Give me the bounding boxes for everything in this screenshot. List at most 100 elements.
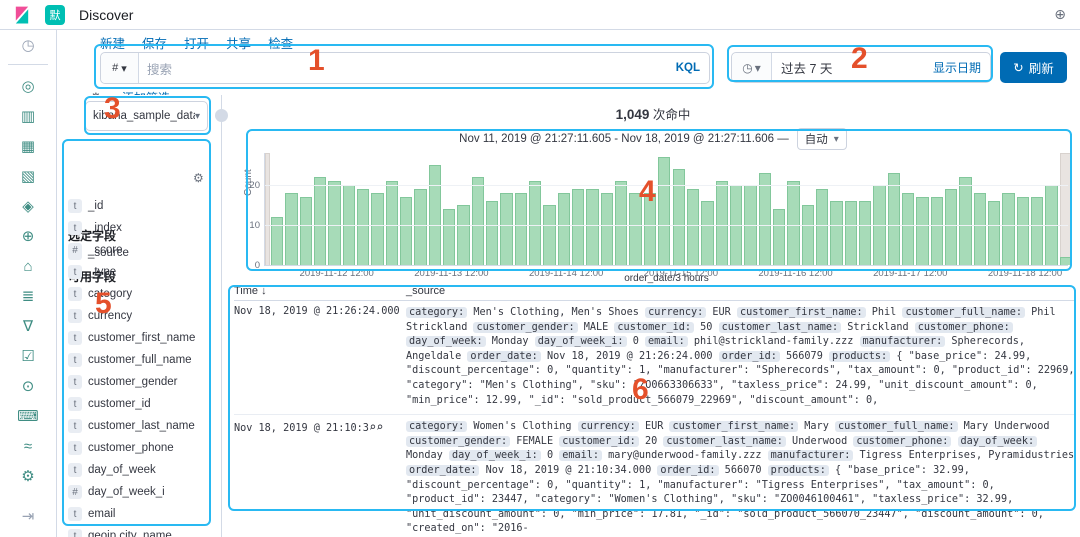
histogram-bar[interactable] <box>328 181 340 265</box>
field-item-day_of_week[interactable]: tday_of_week <box>68 459 218 481</box>
histogram-bar[interactable] <box>1031 197 1043 265</box>
menu-link-1[interactable]: 新建 <box>100 33 125 52</box>
histogram-bar[interactable] <box>472 177 484 265</box>
field-item-category[interactable]: tcategory <box>68 283 218 305</box>
histogram-bar[interactable] <box>845 201 857 265</box>
menu-link-4[interactable]: 共享 <box>226 33 251 52</box>
nav-item-uptime-icon[interactable]: ☑ <box>0 341 57 371</box>
histogram-bar[interactable] <box>515 193 527 265</box>
histogram-bar[interactable] <box>543 205 555 265</box>
histogram-bar[interactable] <box>902 193 914 265</box>
field-item-_id[interactable]: t_id <box>68 195 218 217</box>
field-item-geoip.city_name[interactable]: tgeoip.city_name <box>68 525 218 537</box>
space-badge[interactable]: 默 <box>45 5 65 25</box>
histogram-bar[interactable] <box>386 181 398 265</box>
histogram-bar[interactable] <box>300 197 312 265</box>
histogram-bar[interactable] <box>859 201 871 265</box>
field-item-customer_gender[interactable]: tcustomer_gender <box>68 371 218 393</box>
field-item-_index[interactable]: t_index <box>68 217 218 239</box>
histogram-bar[interactable] <box>931 197 943 265</box>
nav-item-logs-icon[interactable]: ≣ <box>0 281 57 311</box>
field-item-_type[interactable]: t_type <box>68 261 218 283</box>
field-item-customer_full_name[interactable]: tcustomer_full_name <box>68 349 218 371</box>
collapse-nav-icon[interactable]: ⇥ <box>0 501 57 531</box>
gear-icon[interactable]: ⚙ <box>193 171 204 185</box>
field-item-_score[interactable]: #_score <box>68 239 218 261</box>
date-range-value[interactable]: 过去 7 天 <box>772 58 933 77</box>
magnifier-icon[interactable]: ⌕ <box>376 420 383 434</box>
histogram-bar[interactable] <box>988 201 1000 265</box>
histogram-bar[interactable] <box>701 201 713 265</box>
histogram-bar[interactable] <box>802 205 814 265</box>
histogram-bar[interactable] <box>1002 193 1014 265</box>
kql-toggle[interactable]: KQL <box>676 62 709 74</box>
histogram-bar[interactable] <box>285 193 297 265</box>
query-filter-dropdown[interactable]: # ▾ <box>101 53 139 83</box>
histogram-bar[interactable] <box>888 173 900 265</box>
histogram-bar[interactable] <box>400 197 412 265</box>
histogram-bar[interactable] <box>830 201 842 265</box>
nav-item-discover-icon[interactable]: ◎ <box>0 71 57 101</box>
histogram-bar[interactable] <box>443 209 455 265</box>
table-row[interactable]: Nov 18, 2019 @ 21:26:24.000category: Men… <box>234 301 1076 415</box>
histogram-bar[interactable] <box>1017 197 1029 265</box>
histogram-bar[interactable] <box>457 205 469 265</box>
histogram-bar[interactable] <box>601 193 613 265</box>
nav-item-recently-viewed-icon[interactable]: ◷ <box>0 30 57 60</box>
histogram-bar[interactable] <box>615 181 627 265</box>
histogram-bar[interactable] <box>644 193 656 265</box>
histogram-bar[interactable] <box>429 165 441 265</box>
histogram-bar[interactable] <box>787 181 799 265</box>
field-item-customer_id[interactable]: tcustomer_id <box>68 393 218 415</box>
nav-item-management-icon[interactable]: ⚙ <box>0 461 57 491</box>
histogram-bar[interactable] <box>716 181 728 265</box>
histogram-bar[interactable] <box>486 201 498 265</box>
histogram-bar[interactable] <box>759 173 771 265</box>
time-column-header[interactable]: Time ↓ <box>234 285 406 297</box>
histogram-bar[interactable] <box>558 193 570 265</box>
nav-item-stack-monitoring-icon[interactable]: ≈ <box>0 431 57 461</box>
histogram-bar[interactable] <box>959 177 971 265</box>
nav-item-canvas-icon[interactable]: ▧ <box>0 161 57 191</box>
index-pattern-select[interactable]: kibana_sample_data_ecom... ▾ <box>85 101 208 131</box>
histogram-bar[interactable] <box>500 193 512 265</box>
nav-item-machine-learning-icon[interactable]: ⊕ <box>0 221 57 251</box>
field-item-currency[interactable]: tcurrency <box>68 305 218 327</box>
field-item-customer_phone[interactable]: tcustomer_phone <box>68 437 218 459</box>
histogram-bar[interactable] <box>629 193 641 265</box>
table-row[interactable]: Nov 18, 2019 @ 21:10:3⌕⌕category: Women'… <box>234 415 1076 537</box>
histogram-bar[interactable] <box>916 197 928 265</box>
timepicker-quick-menu[interactable]: ◷ ▾ <box>732 53 772 82</box>
menu-link-3[interactable]: 打开 <box>184 33 209 52</box>
histogram-bar[interactable] <box>1060 257 1072 265</box>
menu-link-5[interactable]: 检查 <box>268 33 293 52</box>
menu-link-2[interactable]: 保存 <box>142 33 167 52</box>
histogram-bar[interactable] <box>816 189 828 265</box>
histogram-bar[interactable] <box>414 189 426 265</box>
nav-item-visualize-icon[interactable]: ▥ <box>0 101 57 131</box>
histogram-bar[interactable] <box>658 157 670 265</box>
histogram-bar[interactable] <box>974 193 986 265</box>
nav-item-maps-icon[interactable]: ◈ <box>0 191 57 221</box>
field-item-customer_last_name[interactable]: tcustomer_last_name <box>68 415 218 437</box>
histogram-bar[interactable] <box>673 169 685 265</box>
nav-item-security-icon[interactable]: ⊙ <box>0 371 57 401</box>
nav-item-dev-tools-icon[interactable]: ⌨ <box>0 401 57 431</box>
histogram-bar[interactable] <box>357 189 369 265</box>
histogram-bar[interactable] <box>572 189 584 265</box>
search-bar[interactable]: # ▾ 搜索 KQL <box>100 52 710 84</box>
histogram-bar[interactable] <box>314 177 326 265</box>
search-input[interactable]: 搜索 <box>139 59 676 78</box>
histogram-bar[interactable] <box>371 193 383 265</box>
field-item-day_of_week_i[interactable]: #day_of_week_i <box>68 481 218 503</box>
histogram-bar[interactable] <box>773 209 785 265</box>
histogram-bar[interactable] <box>529 181 541 265</box>
histogram-bar[interactable] <box>945 189 957 265</box>
histogram-bar[interactable] <box>687 189 699 265</box>
nav-item-metrics-icon[interactable]: ⌂ <box>0 251 57 281</box>
nav-item-dashboard-icon[interactable]: ▦ <box>0 131 57 161</box>
nav-item-siem-icon[interactable]: ∇ <box>0 311 57 341</box>
globe-icon[interactable]: ⊕ <box>1054 6 1066 23</box>
field-item-email[interactable]: temail <box>68 503 218 525</box>
histogram-bar[interactable] <box>586 189 598 265</box>
